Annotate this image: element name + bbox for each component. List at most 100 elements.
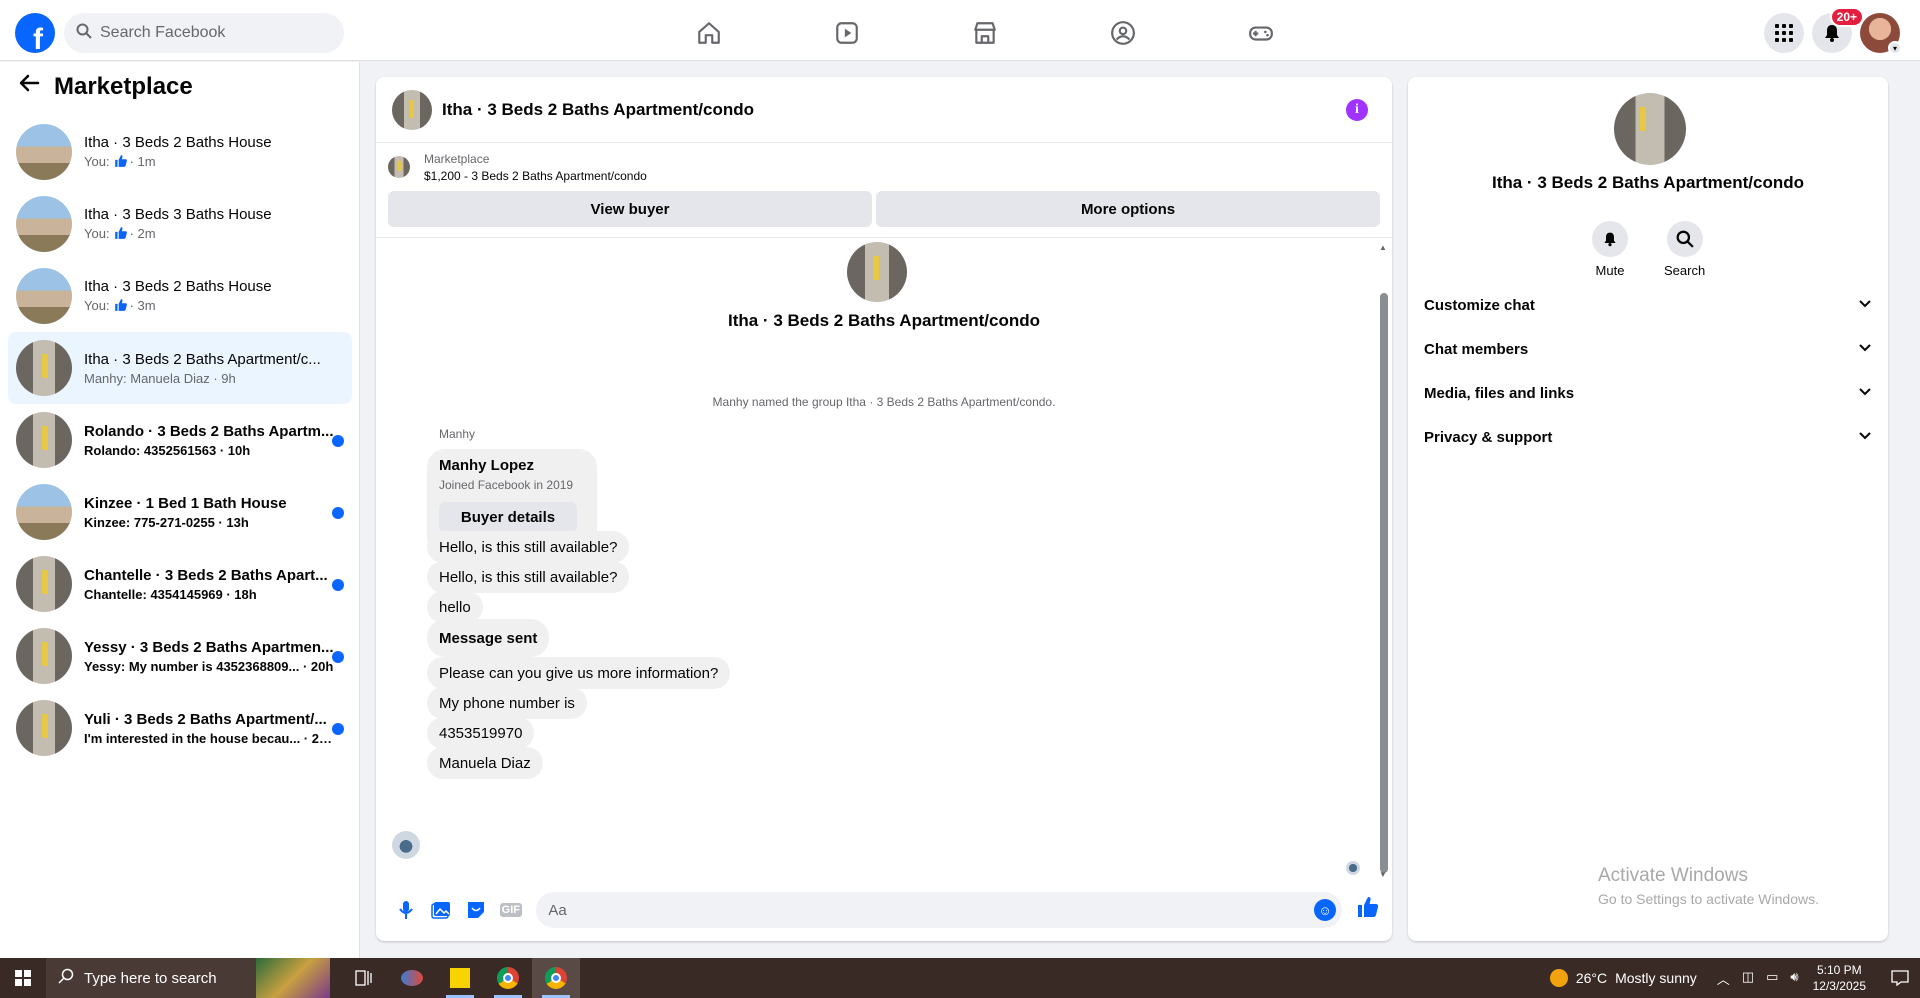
unread-dot bbox=[332, 435, 344, 447]
preview-time: · 1m bbox=[129, 153, 156, 169]
preview-prefix: You: bbox=[84, 297, 110, 313]
section-label: Privacy & support bbox=[1424, 428, 1553, 446]
weather-widget[interactable]: 26°C Mostly sunny bbox=[1549, 969, 1697, 987]
search-placeholder: Search Facebook bbox=[100, 24, 226, 41]
chevron-down-icon bbox=[1858, 428, 1872, 446]
search-facebook-input[interactable]: Search Facebook bbox=[64, 13, 344, 53]
search-icon bbox=[1666, 221, 1703, 257]
conversation-name: Itha · 3 Beds 2 Baths House bbox=[84, 277, 272, 295]
sender-avatar[interactable] bbox=[392, 831, 420, 859]
menu-grid-button[interactable] bbox=[1764, 13, 1804, 53]
message-bubble[interactable]: Hello, is this still available? bbox=[427, 561, 630, 593]
activate-windows-title: Activate Windows bbox=[1598, 865, 1748, 886]
windows-taskbar: Type here to search 26°C Mostly sunny ︿ … bbox=[0, 958, 1920, 998]
scroll-down-arrow[interactable]: ▼ bbox=[1379, 870, 1387, 879]
conversation-thumbnail bbox=[16, 628, 72, 684]
clock[interactable]: 5:10 PM 12/3/2025 bbox=[1813, 962, 1866, 994]
network-icon[interactable]: ▭ bbox=[1766, 969, 1778, 988]
message-input[interactable]: Aa ☺ bbox=[536, 892, 1343, 928]
info-icon[interactable]: i bbox=[1346, 99, 1368, 121]
conversation-preview: Chantelle: 4354145969 · 18h bbox=[84, 586, 257, 602]
search-conversation-button[interactable]: Search bbox=[1664, 221, 1705, 278]
chat-title[interactable]: Itha · 3 Beds 2 Baths Apartment/condo bbox=[442, 100, 754, 120]
video-icon[interactable] bbox=[778, 5, 916, 61]
bell-icon bbox=[1592, 221, 1628, 257]
notification-badge: 20+ bbox=[1829, 7, 1864, 27]
facebook-logo[interactable]: f bbox=[15, 13, 55, 53]
marketplace-icon[interactable] bbox=[916, 5, 1054, 61]
conversation-item[interactable]: Yuli · 3 Beds 2 Baths Apartment/... I'm i… bbox=[8, 692, 352, 764]
chevron-up-icon[interactable]: ︿ bbox=[1717, 969, 1730, 988]
gaming-icon[interactable] bbox=[1192, 5, 1330, 61]
sticky-notes-icon[interactable] bbox=[436, 958, 484, 998]
mute-button[interactable]: Mute bbox=[1592, 221, 1628, 278]
clock-date: 12/3/2025 bbox=[1812, 979, 1866, 993]
conversation-item[interactable]: Itha · 3 Beds 2 Baths House You: · 1m bbox=[8, 116, 352, 188]
task-view-icon[interactable] bbox=[340, 958, 388, 998]
conversation-name: Itha · 3 Beds 2 Baths Apartment/c... bbox=[84, 350, 321, 368]
unread-dot bbox=[332, 579, 344, 591]
message-bubble[interactable]: 4353519970 bbox=[427, 717, 535, 749]
conversation-title: Itha · 3 Beds 2 Baths Apartment/condo bbox=[727, 311, 1041, 330]
conversation-item[interactable]: Itha · 3 Beds 3 Baths House You: · 2m bbox=[8, 188, 352, 260]
section-label: Media, files and links bbox=[1424, 384, 1575, 402]
details-section-row[interactable]: Chat members bbox=[1416, 327, 1880, 371]
conversation-item[interactable]: Chantelle · 3 Beds 2 Baths Apart... Chant… bbox=[8, 548, 352, 620]
conversation-item[interactable]: Yessy · 3 Beds 2 Baths Apartmen... Yessy:… bbox=[8, 620, 352, 692]
scroll-up-arrow[interactable]: ▲ bbox=[1379, 243, 1387, 252]
chrome-icon[interactable] bbox=[484, 958, 532, 998]
details-section-row[interactable]: Privacy & support bbox=[1416, 415, 1880, 459]
marketplace-listing-bar[interactable]: Marketplace $1,200 - 3 Beds 2 Baths Apar… bbox=[376, 143, 1392, 191]
thumbs-up-icon bbox=[114, 298, 128, 315]
profile-avatar[interactable]: ▾ bbox=[1860, 13, 1902, 55]
emoji-icon[interactable]: ☺ bbox=[1314, 899, 1337, 921]
volume-icon[interactable]: 🔊︎ bbox=[1790, 969, 1798, 988]
message-bubble[interactable]: My phone number is bbox=[427, 687, 587, 719]
back-arrow-icon[interactable] bbox=[18, 72, 40, 101]
gif-icon[interactable]: GIF bbox=[493, 892, 528, 928]
like-icon[interactable] bbox=[1356, 895, 1380, 925]
conversation-preview: Kinzee: 775-271-0255 · 13h bbox=[84, 514, 249, 530]
groups-icon[interactable] bbox=[1054, 5, 1192, 61]
message-bubble[interactable]: Please can you give us more information? bbox=[427, 657, 731, 689]
chat-avatar[interactable] bbox=[392, 89, 432, 130]
activate-windows-watermark: Activate Windows Go to Settings to activ… bbox=[1598, 865, 1819, 907]
app-icon[interactable] bbox=[388, 958, 436, 998]
conversation-item[interactable]: Rolando · 3 Beds 2 Baths Apartm... Roland… bbox=[8, 404, 352, 476]
view-buyer-button[interactable]: View buyer bbox=[388, 191, 873, 227]
preview-time: · 2m bbox=[129, 225, 156, 241]
more-options-button[interactable]: More options bbox=[876, 191, 1380, 227]
listing-thumbnail bbox=[388, 156, 410, 178]
details-section-row[interactable]: Customize chat bbox=[1416, 283, 1880, 327]
taskbar-search[interactable]: Type here to search bbox=[46, 958, 330, 998]
microphone-icon[interactable] bbox=[388, 892, 423, 928]
message-area: Itha · 3 Beds 2 Baths Apartment/condo Ma… bbox=[376, 239, 1392, 879]
home-icon[interactable] bbox=[640, 5, 778, 61]
listing-price: $1,200 - 3 Beds 2 Baths Apartment/condo bbox=[424, 168, 647, 183]
page-scrollbar[interactable] bbox=[1906, 62, 1920, 958]
conversation-item[interactable]: Itha · 3 Beds 2 Baths House You: · 3m bbox=[8, 260, 352, 332]
top-navigation: f Search Facebook 20+ ▾ bbox=[0, 5, 1920, 61]
search-highlight-image bbox=[256, 958, 330, 998]
details-section-row[interactable]: Media, files and links bbox=[1416, 371, 1880, 415]
conversation-thumbnail bbox=[16, 196, 72, 252]
message-bubble[interactable]: Message sent bbox=[427, 619, 550, 657]
chevron-down-icon bbox=[1858, 340, 1872, 358]
start-button[interactable] bbox=[0, 958, 46, 998]
conversation-item[interactable]: Kinzee · 1 Bed 1 Bath House Kinzee: 775-2… bbox=[8, 476, 352, 548]
notification-center-icon[interactable] bbox=[1880, 970, 1920, 986]
message-scrollbar[interactable]: ▲ ▼ bbox=[1378, 243, 1388, 879]
message-bubble[interactable]: Manuela Diaz bbox=[427, 747, 543, 779]
photo-icon[interactable] bbox=[423, 892, 458, 928]
sticker-icon[interactable] bbox=[458, 892, 493, 928]
buyer-details-button[interactable]: Buyer details bbox=[439, 502, 577, 532]
conversation-name: Kinzee · 1 Bed 1 Bath House bbox=[84, 494, 287, 512]
notifications-button[interactable]: 20+ bbox=[1812, 7, 1864, 53]
conversation-preview: I'm interested in the house becau... · 2… bbox=[84, 730, 334, 746]
chrome-profile-icon[interactable] bbox=[532, 958, 580, 998]
scroll-thumb[interactable] bbox=[1380, 293, 1388, 873]
conversation-item[interactable]: Itha · 3 Beds 2 Baths Apartment/c... Manh… bbox=[8, 332, 352, 404]
unread-dot bbox=[332, 723, 344, 735]
meet-icon[interactable]: ◫ bbox=[1742, 969, 1754, 988]
message-bubble[interactable]: Hello, is this still available? bbox=[427, 531, 630, 563]
